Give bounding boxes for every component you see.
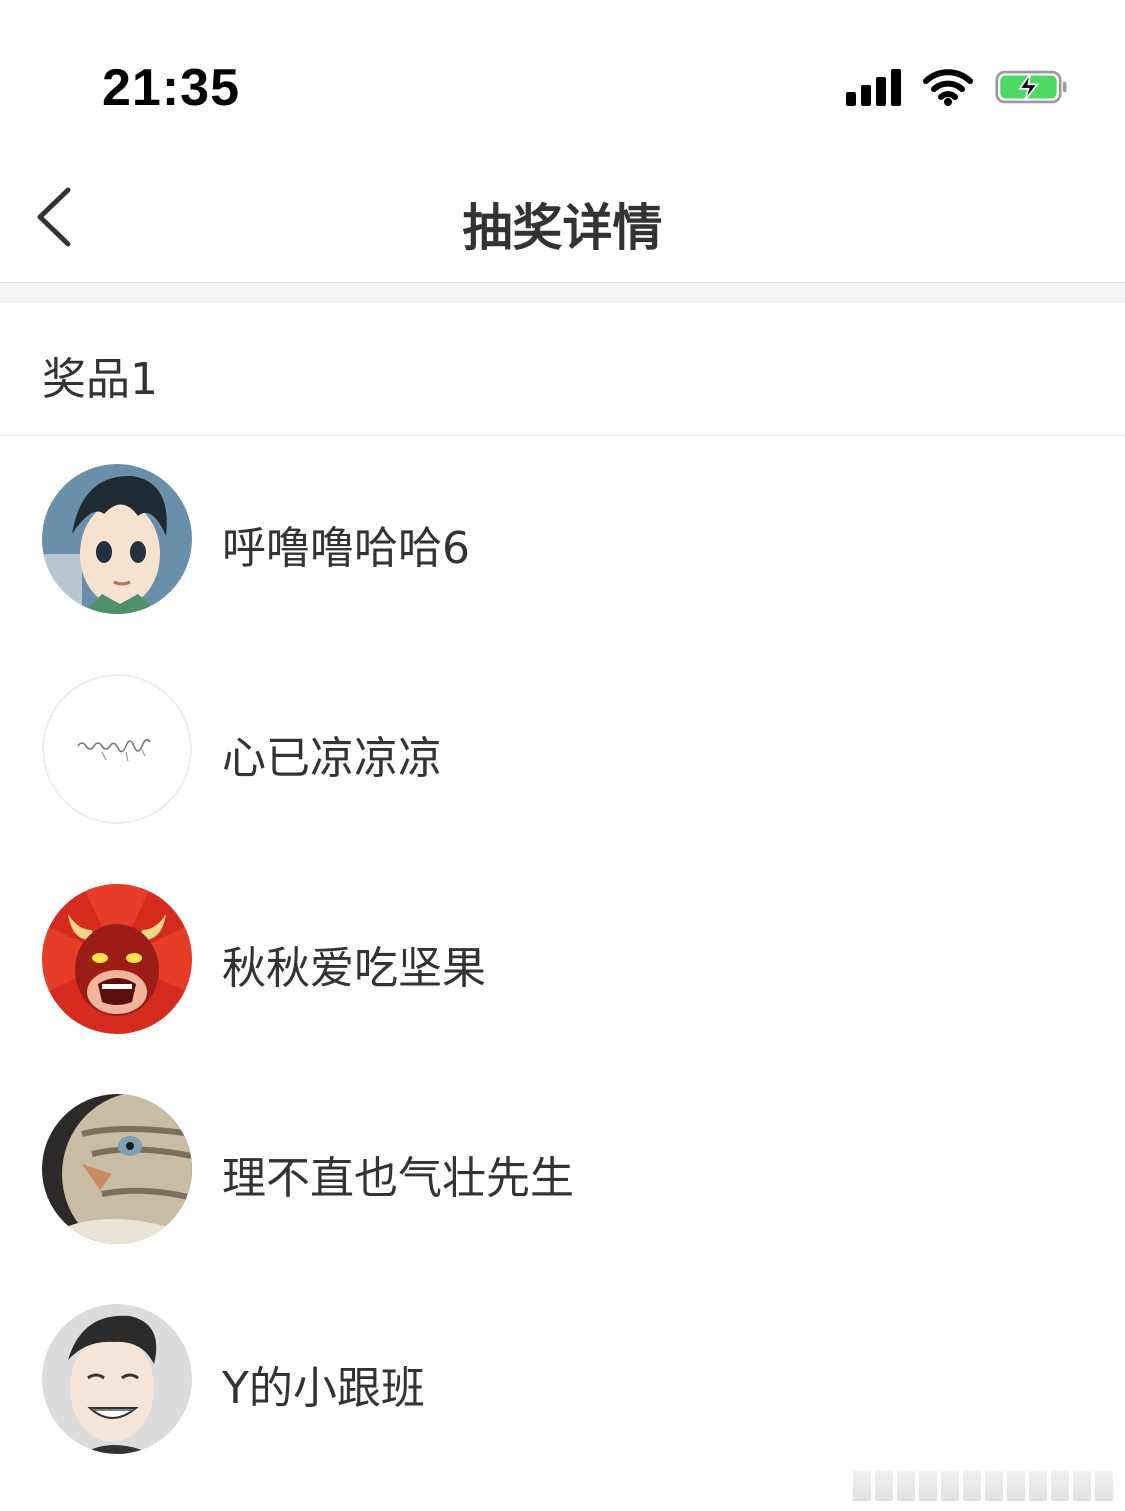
cellular-signal-icon [846,68,901,106]
prize-section-header: 奖品1 [0,303,1125,436]
section-separator [0,283,1125,303]
handwriting-avatar[interactable] [42,674,192,824]
winner-item[interactable]: Y的小跟班 [0,1276,1125,1486]
winner-name: 理不直也气壮先生 [222,1153,574,1204]
winner-item[interactable]: 理不直也气壮先生 [0,1066,1125,1276]
status-bar: 21:35 [0,0,1125,150]
status-time: 21:35 [102,59,240,117]
nav-bar: 抽奖详情 [0,150,1125,283]
winner-list: 呼噜噜哈哈6 心已凉凉凉 秋秋爱吃坚果 理不直也气壮先生 Y的小跟班 [0,436,1125,1486]
wifi-icon [923,69,973,106]
watermark-strip [853,1471,1113,1501]
prize-label: 奖品1 [42,354,158,405]
status-icons [846,68,1069,106]
page-title: 抽奖详情 [462,199,663,257]
anime-boy-avatar[interactable] [42,464,192,614]
winner-item[interactable]: 心已凉凉凉 [0,646,1125,856]
grinning-man-avatar[interactable] [42,1304,192,1454]
winner-name: 心已凉凉凉 [222,733,442,784]
cat-avatar[interactable] [42,1094,192,1244]
winner-name: 秋秋爱吃坚果 [222,943,486,994]
winner-item[interactable]: 秋秋爱吃坚果 [0,856,1125,1066]
winner-item[interactable]: 呼噜噜哈哈6 [0,436,1125,646]
red-bull-avatar[interactable] [42,884,192,1034]
battery-charging-icon [995,70,1067,104]
winner-name: 呼噜噜哈哈6 [222,523,470,574]
winner-name: Y的小跟班 [222,1363,425,1414]
